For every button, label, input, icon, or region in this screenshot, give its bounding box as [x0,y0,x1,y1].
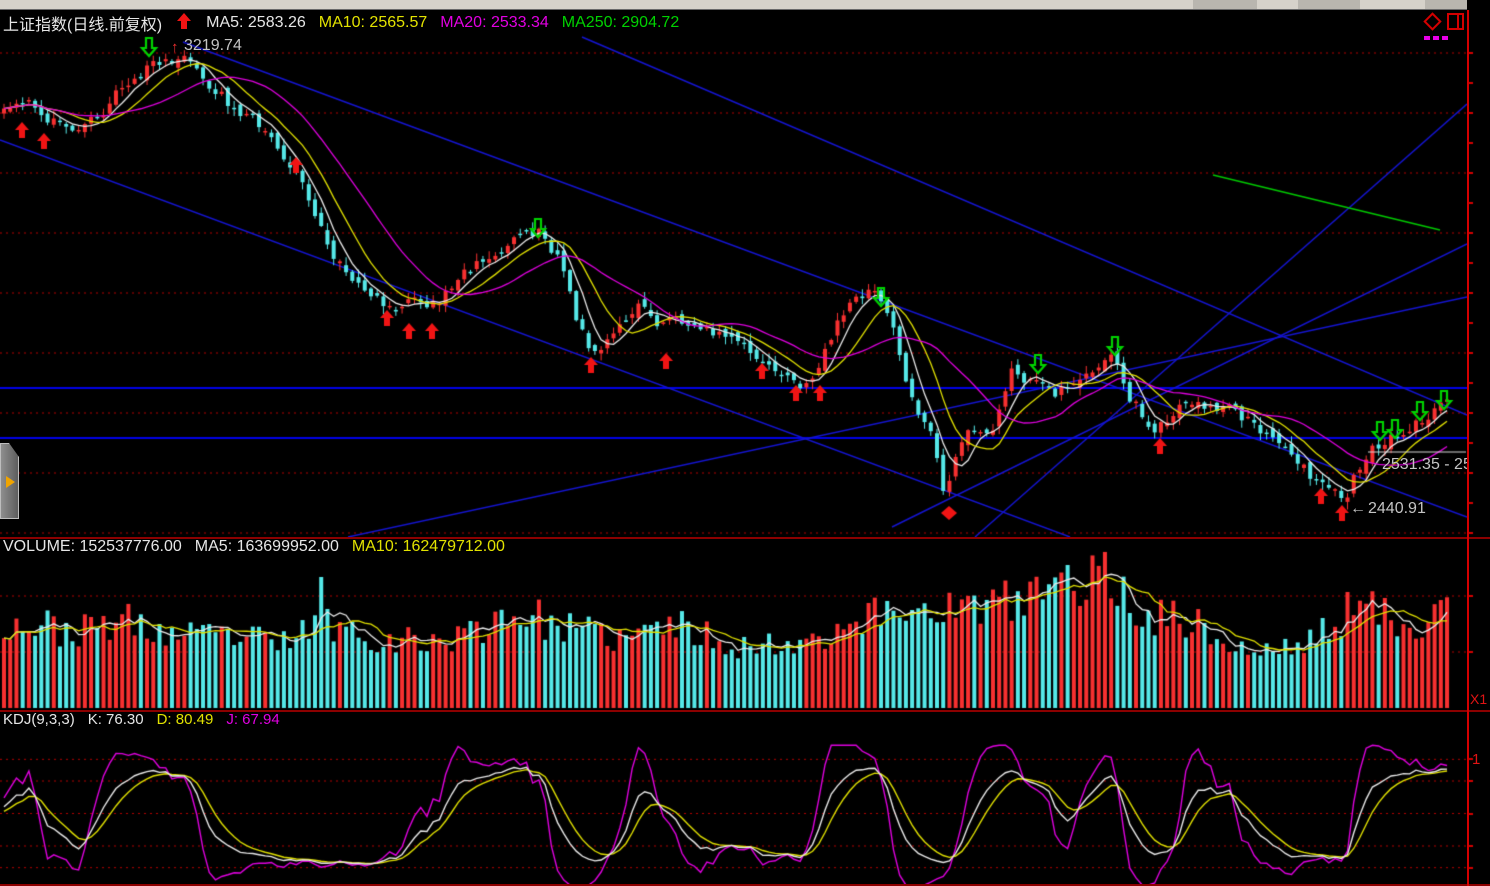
ma5-value: MA5: 2583.26 [206,14,306,32]
volume-ma10-value: MA10: 162479712.00 [352,538,505,556]
peak-price-label: 3219.74 [184,37,242,55]
low-pointer-icon: ← [1350,500,1366,518]
kdj-k-value: K: 76.30 [88,711,144,728]
up-arrow-icon [177,13,191,34]
kdj-axis-label: 1 [1472,751,1480,768]
magenta-dots-icon[interactable] [1424,36,1448,40]
volume-ma5-value: MA5: 163699952.00 [195,538,339,556]
split-view-divider [1457,15,1459,28]
kdj-chart[interactable] [0,712,1467,886]
chart-right-border [1467,10,1469,886]
low-price-label: 2440.91 [1368,500,1426,518]
panel-expand-tab[interactable] [0,443,19,519]
main-chart-legend: 上证指数(日线.前复权) MA5: 2583.26 MA10: 2565.57 … [3,11,679,35]
measure-range-label: 2531.35 - 25 [1382,456,1467,474]
split-view-icon[interactable] [1447,13,1464,30]
volume-legend: VOLUME: 152537776.00 MA5: 163699952.00 M… [3,538,505,556]
chart-title: 上证指数(日线.前复权) [3,11,162,35]
volume-scale-label: X1 [1470,691,1487,707]
top-strip-segment [1298,0,1360,9]
volume-value: VOLUME: 152537776.00 [3,538,182,556]
stock-chart-app: 上证指数(日线.前复权) MA5: 2583.26 MA10: 2565.57 … [0,0,1490,886]
main-price-chart[interactable] [0,10,1467,537]
kdj-j-value: J: 67.94 [226,711,279,728]
ma250-value: MA250: 2904.72 [562,14,679,32]
top-strip-segment [1193,0,1257,9]
peak-marker-icon: ↑ [171,39,179,56]
kdj-params: KDJ(9,3,3) [3,711,75,728]
window-top-strip [0,0,1490,10]
volume-chart[interactable] [0,539,1467,710]
kdj-legend: KDJ(9,3,3) K: 76.30 D: 80.49 J: 67.94 [3,711,280,728]
ma10-value: MA10: 2565.57 [319,14,428,32]
kdj-d-value: D: 80.49 [157,711,214,728]
ma20-value: MA20: 2533.34 [440,14,549,32]
expand-arrow-icon [6,476,15,488]
